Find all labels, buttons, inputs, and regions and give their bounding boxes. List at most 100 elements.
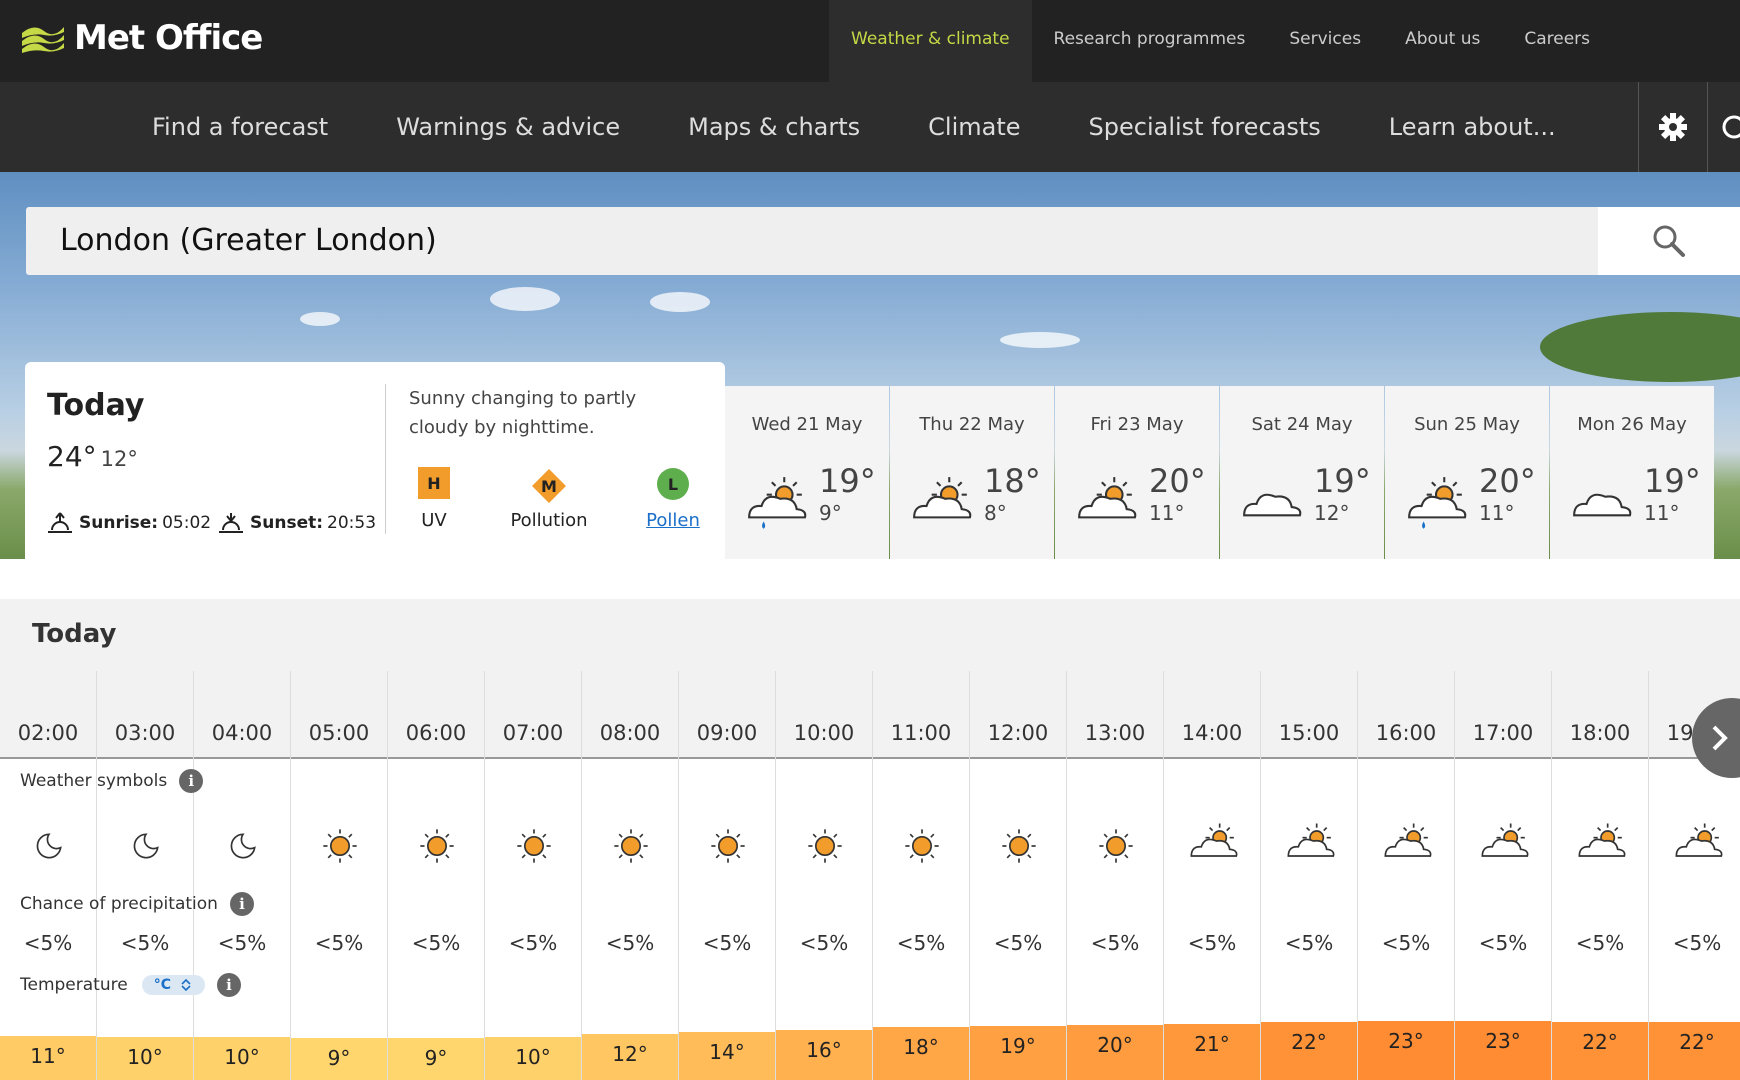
sun-icon: [711, 829, 745, 863]
sunset-time: 20:53: [327, 513, 377, 533]
info-icon[interactable]: i: [216, 973, 241, 997]
hour-column: 02:00 <5% 11°: [0, 671, 97, 1080]
hour-symbol: [1479, 821, 1529, 875]
unit-value: °C: [153, 977, 171, 993]
location-search-input[interactable]: London (Greater London): [26, 207, 1598, 275]
nav-climate[interactable]: Climate: [894, 82, 1054, 172]
hour-precipitation: <5%: [896, 931, 946, 955]
sunset-label: Sunset:: [250, 513, 324, 533]
info-icon[interactable]: i: [179, 769, 204, 793]
hourly-forecast-panel: Today 02:00 <5% 11° 03:00 <5% 10° 04:00 <5…: [0, 599, 1740, 1080]
day-tab[interactable]: Mon 26 May 19° 11°: [1550, 386, 1714, 559]
hour-precipitation: <5%: [1672, 931, 1722, 955]
hour-symbol: [509, 821, 559, 875]
settings-button[interactable]: [1638, 82, 1708, 172]
hour-column: 11:00 <5% 18°: [873, 671, 970, 1080]
day-tab[interactable]: Fri 23 May 20° 11°: [1055, 386, 1219, 559]
sun-cloud-rain-icon: [1408, 477, 1467, 529]
sunset-icon: [219, 513, 243, 533]
sunrise-icon: [48, 512, 72, 533]
day-tab[interactable]: Wed 21 May 19° 9°: [725, 386, 889, 559]
hour-column: 15:00 <5% 22°: [1261, 671, 1358, 1080]
hour-time: 18:00: [1552, 671, 1648, 759]
today-summary: Sunny changing to partly cloudy by night…: [409, 388, 637, 438]
hour-symbol: [24, 821, 74, 875]
info-icon[interactable]: i: [229, 892, 254, 916]
hour-precipitation: <5%: [993, 931, 1043, 955]
pollution-letter: M: [541, 477, 557, 496]
card-divider: [385, 384, 386, 534]
weather-symbols-label: Weather symbols i: [20, 769, 204, 793]
hour-temperature: 10°: [194, 1037, 290, 1080]
day-low: 12°: [1314, 501, 1350, 525]
day-name: Wed 21 May: [751, 414, 863, 435]
hour-temperature: 10°: [485, 1037, 581, 1080]
precipitation-text: Chance of precipitation: [20, 894, 218, 914]
top-nav-weather-climate[interactable]: Weather & climate: [829, 0, 1032, 82]
hour-column: 17:00 <5% 23°: [1455, 671, 1552, 1080]
hour-time: 06:00: [388, 671, 484, 759]
hour-time: 17:00: [1455, 671, 1551, 759]
hour-time: 03:00: [97, 671, 193, 759]
day-tab[interactable]: Sat 24 May 19° 12°: [1220, 386, 1384, 559]
day-tab[interactable]: Thu 22 May 18° 8°: [890, 386, 1054, 559]
account-button[interactable]: [1708, 82, 1740, 172]
hour-temperature: 9°: [291, 1038, 387, 1080]
nav-specialist[interactable]: Specialist forecasts: [1055, 82, 1355, 172]
day-low: 9°: [819, 501, 842, 525]
top-nav-services[interactable]: Services: [1267, 0, 1383, 82]
day-tab[interactable]: Sun 25 May 20° 11°: [1385, 386, 1549, 559]
day-high: 20°: [1479, 462, 1536, 500]
uv-indicator[interactable]: H UV: [409, 467, 459, 531]
nav-learn[interactable]: Learn about...: [1355, 82, 1590, 172]
top-nav-careers[interactable]: Careers: [1502, 0, 1612, 82]
weather-symbols-text: Weather symbols: [20, 771, 168, 791]
sky-cloud: [650, 292, 710, 312]
hour-temperature: 12°: [582, 1034, 678, 1080]
sunrise-label: Sunrise:: [79, 513, 159, 533]
top-nav-about[interactable]: About us: [1383, 0, 1502, 82]
hour-temperature: 14°: [679, 1032, 775, 1080]
hour-symbol: [606, 821, 656, 875]
hour-symbol: [412, 821, 462, 875]
unit-select[interactable]: °C: [141, 975, 205, 995]
nav-find-forecast[interactable]: Find a forecast: [118, 82, 362, 172]
day-icon: [1405, 474, 1467, 540]
hour-time: 14:00: [1164, 671, 1260, 759]
top-bar: Met Office Weather & climate Research pr…: [0, 0, 1740, 82]
day-high: 19°: [1314, 462, 1371, 500]
today-card[interactable]: Today 24° 12° Sunrise: 05:02 Sunset: 20:53 …: [25, 362, 725, 559]
hour-symbol: [1091, 821, 1141, 875]
nav-warnings[interactable]: Warnings & advice: [362, 82, 654, 172]
hour-time: 04:00: [194, 671, 290, 759]
sun-cloud-icon: [1384, 823, 1432, 857]
search-button[interactable]: [1598, 207, 1740, 275]
met-office-logo[interactable]: Met Office: [20, 18, 263, 58]
top-nav-research[interactable]: Research programmes: [1032, 0, 1268, 82]
pollution-indicator[interactable]: M Pollution: [499, 467, 599, 531]
sun-icon: [1099, 829, 1133, 863]
day-name: Sat 24 May: [1251, 414, 1353, 435]
pollen-link[interactable]: Pollen: [643, 510, 703, 531]
day-name: Thu 22 May: [919, 414, 1025, 435]
nav-maps[interactable]: Maps & charts: [654, 82, 894, 172]
sun-cloud-icon: [1481, 823, 1529, 857]
hour-column: 04:00 <5% 10°: [194, 671, 291, 1080]
sun-icon: [517, 829, 551, 863]
day-low: 11°: [1479, 501, 1515, 525]
hour-time: 02:00: [0, 671, 96, 759]
sun-cloud-icon: [913, 477, 972, 519]
uv-letter: H: [427, 474, 440, 493]
chevron-up-down-icon: [181, 978, 191, 992]
hour-column: 13:00 <5% 20°: [1067, 671, 1164, 1080]
main-nav: Find a forecast Warnings & advice Maps &…: [0, 82, 1740, 172]
hour-column: 03:00 <5% 10°: [97, 671, 194, 1080]
pollen-indicator[interactable]: L Pollen: [643, 467, 703, 531]
hour-temperature: 22°: [1552, 1022, 1648, 1080]
hour-time: 11:00: [873, 671, 969, 759]
hour-symbol: [994, 821, 1044, 875]
hour-temperature: 18°: [873, 1027, 969, 1080]
hour-symbol: [703, 821, 753, 875]
temperature-text: Temperature: [20, 975, 128, 995]
hour-precipitation: <5%: [1090, 931, 1140, 955]
